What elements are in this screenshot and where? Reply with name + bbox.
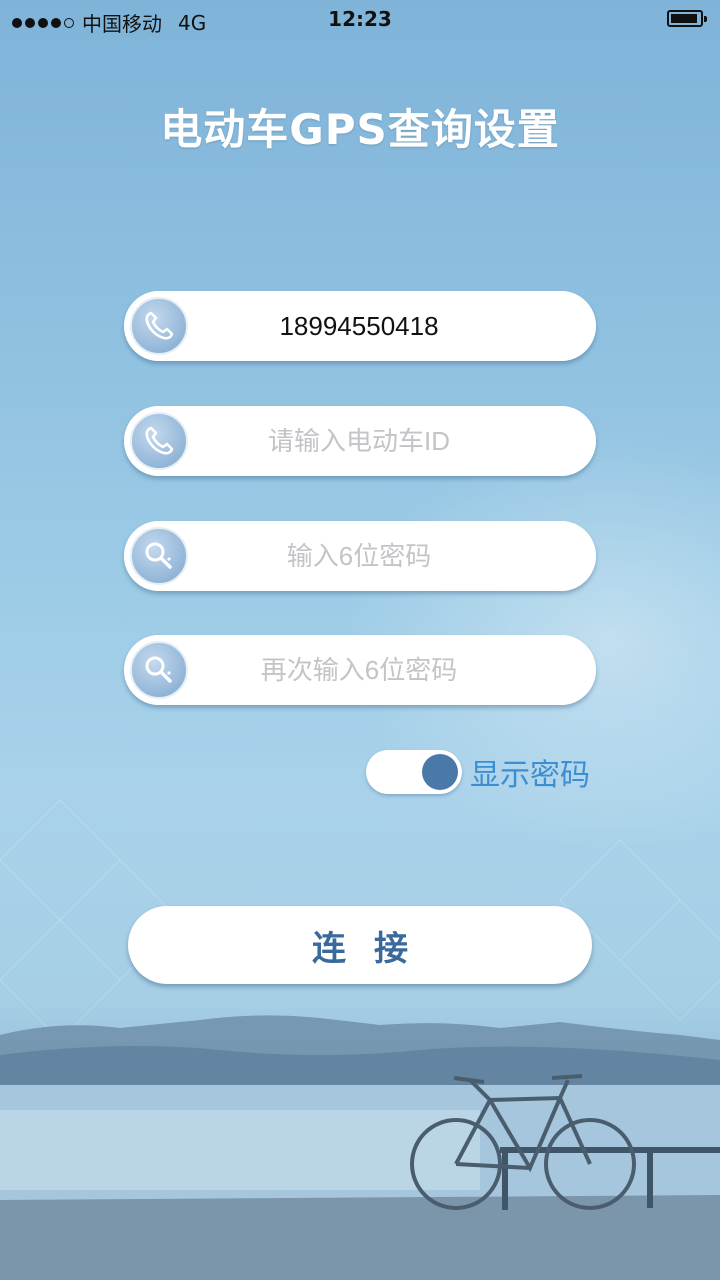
phone-icon: [130, 412, 188, 470]
show-password-label: 显示密码: [470, 758, 590, 793]
password-confirm-input[interactable]: [194, 635, 524, 705]
key-icon: [130, 641, 188, 699]
password-confirm-field: [124, 635, 596, 705]
vehicle-id-field: [124, 406, 596, 476]
vehicle-id-input[interactable]: [194, 406, 524, 476]
status-time: 12:23: [328, 7, 392, 31]
phone-icon: [130, 297, 188, 355]
ground: [0, 1195, 720, 1280]
toggle-knob: [422, 754, 458, 790]
show-password-control: 显示密码: [366, 750, 590, 794]
password-field: [124, 521, 596, 591]
phone-input[interactable]: [194, 291, 524, 361]
show-password-toggle[interactable]: [366, 750, 462, 794]
page-title: 电动车GPS查询设置: [160, 105, 560, 154]
password-input[interactable]: [194, 521, 524, 591]
sea-shimmer: [0, 1110, 480, 1190]
key-icon: [130, 527, 188, 585]
connect-button[interactable]: 连接: [128, 906, 592, 984]
battery-icon: [667, 10, 707, 27]
phone-field: [124, 291, 596, 361]
status-bar: 中国移动 4G 12:23: [0, 0, 720, 40]
